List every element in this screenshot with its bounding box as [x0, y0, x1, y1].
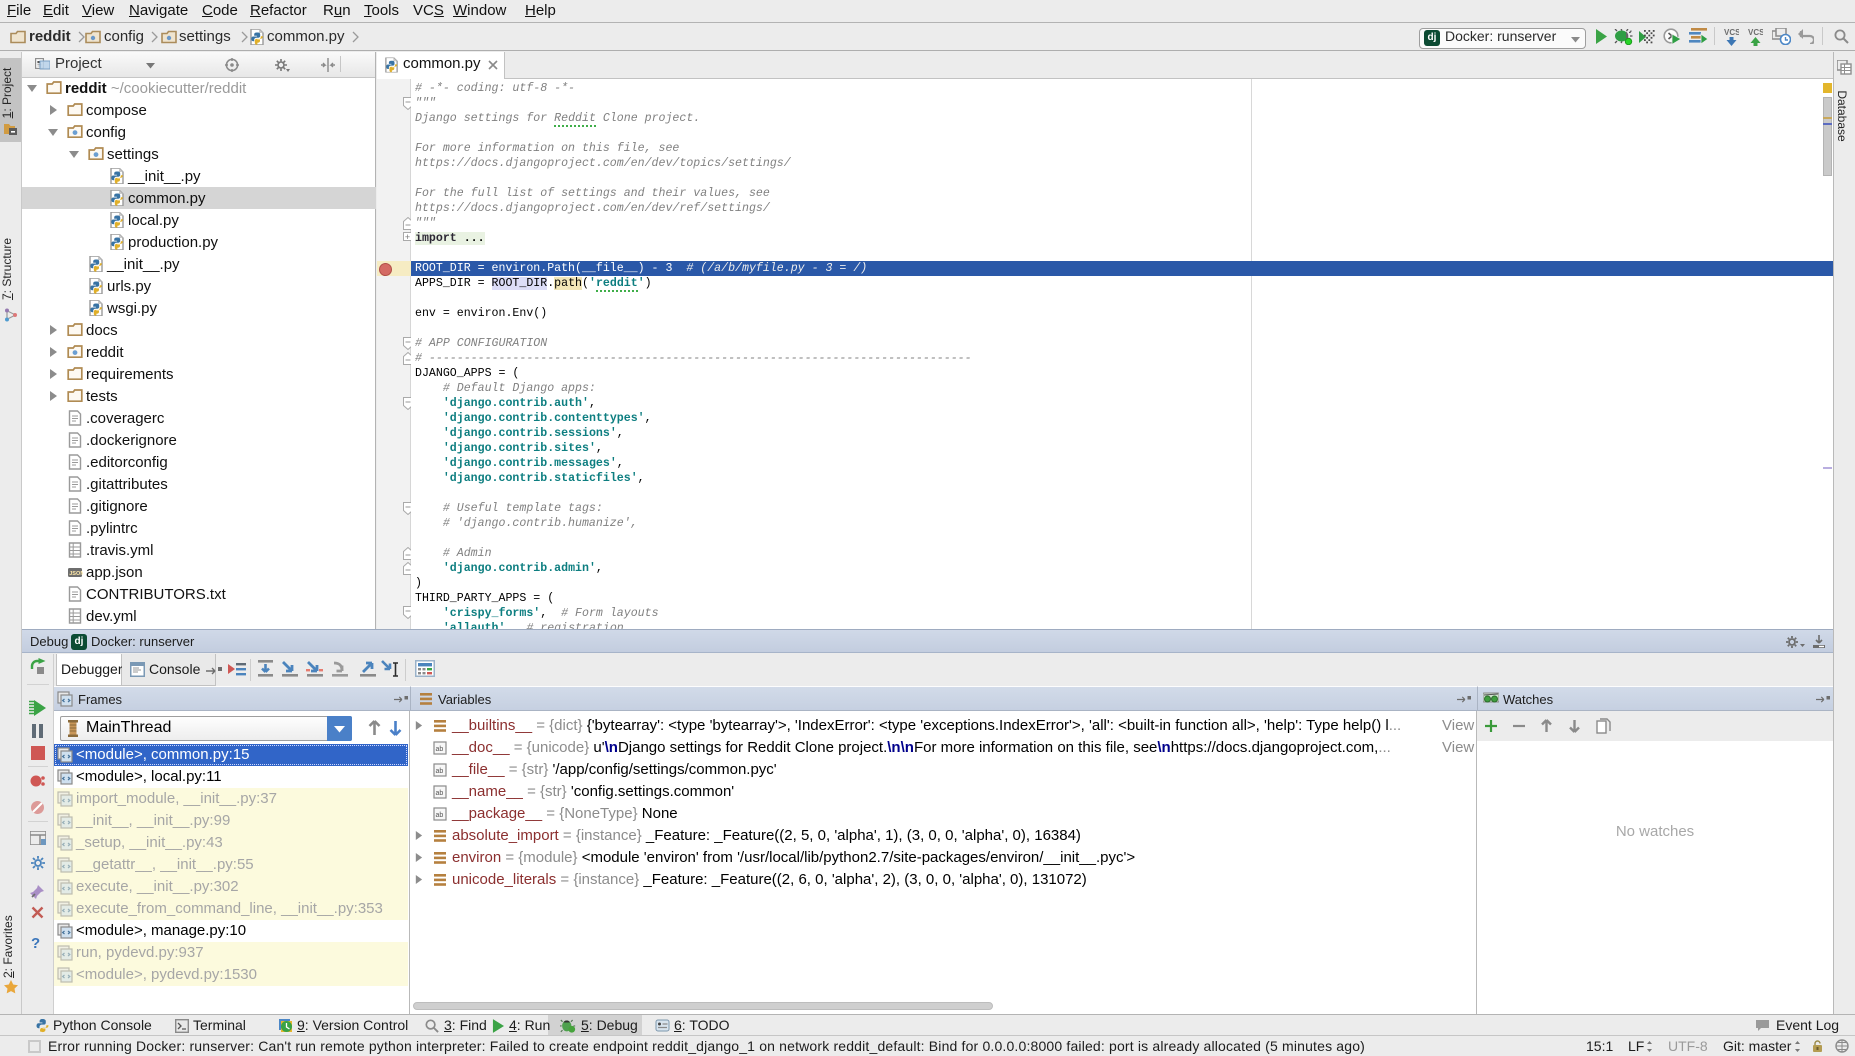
- svg-text:VCS: VCS: [1748, 28, 1763, 37]
- svg-text:VCS: VCS: [1724, 28, 1739, 37]
